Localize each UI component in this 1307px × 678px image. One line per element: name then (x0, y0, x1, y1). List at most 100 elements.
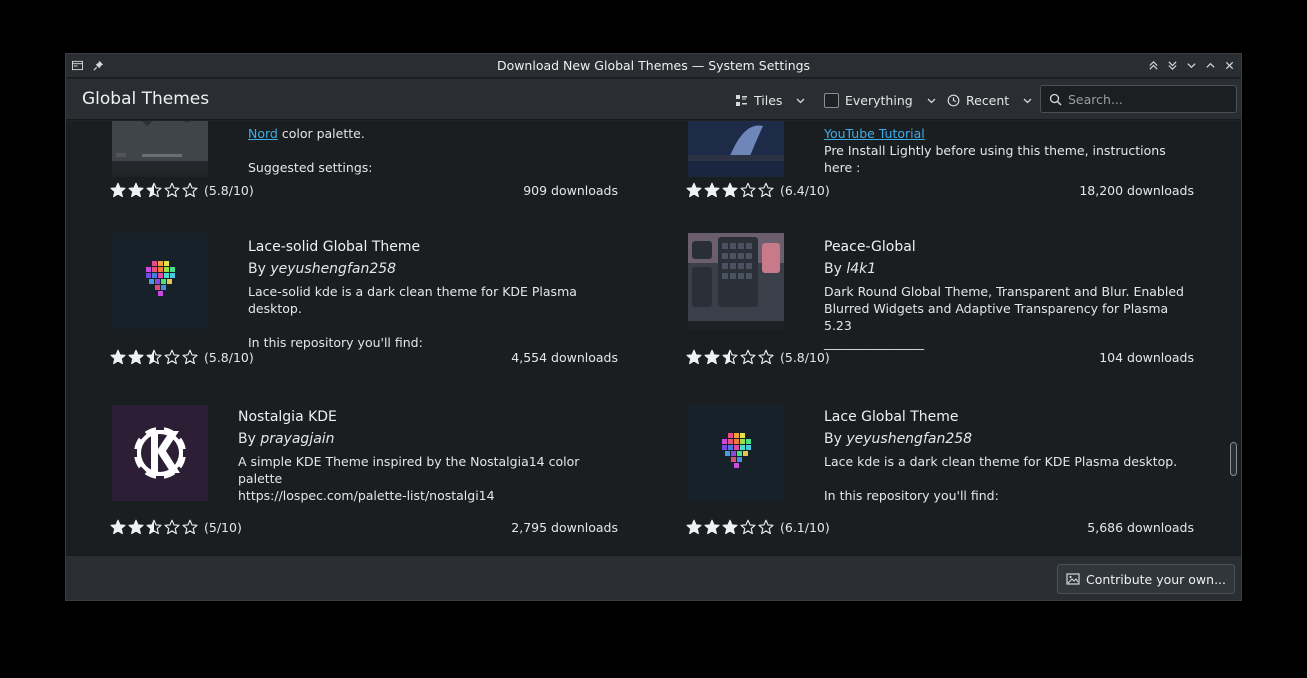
theme-title[interactable]: Lace Global Theme (824, 409, 1194, 431)
star-half-icon (146, 349, 162, 365)
star-full-icon (686, 519, 702, 535)
view-mode-label: Tiles (754, 92, 783, 108)
rating-value: (5.8/10) (204, 182, 254, 198)
star-half-icon (146, 519, 162, 535)
theme-description: Nord color palette. (248, 126, 365, 141)
theme-description: Lace kde is a dark clean theme for KDE P… (824, 454, 1178, 503)
theme-rating: (6.4/10) (686, 182, 830, 198)
everything-checkbox[interactable] (824, 92, 839, 108)
star-empty-icon (758, 349, 774, 365)
theme-thumbnail[interactable] (112, 405, 208, 501)
star-full-icon (704, 182, 720, 198)
author-name[interactable]: yeyushengfan258 (270, 261, 396, 277)
theme-author: By prayagjain (238, 431, 335, 447)
theme-title[interactable]: Peace-Global (824, 239, 1194, 261)
search-field[interactable] (1040, 85, 1237, 113)
theme-description: Dark Round Global Theme, Transparent and… (824, 284, 1184, 350)
rating-value: (6.4/10) (780, 182, 830, 198)
star-empty-icon (164, 519, 180, 535)
star-empty-icon (758, 182, 774, 198)
theme-card-peace-global[interactable]: Peace-Global By l4k1 Dark Round Global T… (684, 233, 1194, 403)
star-full-icon (722, 182, 738, 198)
star-full-icon (128, 519, 144, 535)
star-full-icon (110, 519, 126, 535)
kde-logo-icon (129, 422, 191, 484)
theme-description: A simple KDE Theme inspired by the Nosta… (238, 454, 580, 503)
close-icon[interactable] (1222, 57, 1237, 74)
theme-card-partial-right[interactable]: YouTube Tutorial Pre Install Lightly bef… (684, 121, 1194, 251)
theme-thumbnail[interactable] (112, 121, 208, 177)
contribute-label: Contribute your own... (1085, 571, 1226, 587)
theme-thumbnail[interactable] (112, 233, 208, 329)
theme-author: By l4k1 (824, 261, 877, 277)
image-upload-icon (1066, 573, 1080, 585)
author-name[interactable]: l4k1 (846, 261, 876, 277)
chevron-down-icon (1023, 98, 1032, 103)
footer: Contribute your own... (66, 555, 1241, 600)
contribute-button[interactable]: Contribute your own... (1056, 564, 1235, 594)
scrollbar-handle[interactable] (1230, 442, 1237, 476)
star-full-icon (686, 182, 702, 198)
rating-value: (5.8/10) (780, 349, 830, 365)
star-full-icon (110, 182, 126, 198)
theme-title[interactable]: Lace-solid Global Theme (248, 239, 618, 261)
author-name[interactable]: yeyushengfan258 (846, 431, 972, 447)
theme-downloads: 2,795 downloads (511, 520, 618, 535)
theme-thumbnail[interactable] (688, 121, 784, 177)
theme-rating: (6.1/10) (686, 519, 830, 535)
theme-card-nostalgia[interactable]: Nostalgia KDE By prayagjain A simple KDE… (108, 403, 618, 555)
description-link[interactable]: Nord (248, 126, 278, 141)
theme-thumbnail[interactable] (688, 233, 784, 329)
star-empty-icon (758, 519, 774, 535)
theme-downloads: 4,554 downloads (511, 350, 618, 365)
view-mode-dropdown[interactable]: Tiles (735, 89, 807, 111)
sort-dropdown[interactable]: Recent (947, 89, 1034, 111)
rating-value: (5/10) (204, 519, 242, 535)
star-empty-icon (182, 519, 198, 535)
chevron-down-icon (927, 98, 936, 103)
category-filter-dropdown[interactable]: Everything (824, 89, 938, 111)
star-full-icon (722, 519, 738, 535)
star-full-icon (704, 519, 720, 535)
minimize-icon[interactable] (1184, 57, 1199, 74)
keep-below-icon[interactable] (1165, 57, 1180, 74)
star-half-icon (146, 182, 162, 198)
theme-description: YouTube Tutorial (824, 125, 1194, 142)
theme-downloads: 18,200 downloads (1079, 183, 1194, 198)
theme-card-lace-solid[interactable]: Lace-solid Global Theme By yeyushengfan2… (108, 233, 618, 403)
star-empty-icon (740, 519, 756, 535)
theme-title[interactable]: Nostalgia KDE (238, 409, 618, 431)
theme-thumbnail[interactable] (688, 405, 784, 501)
filter-label: Everything (845, 92, 913, 108)
theme-author: By yeyushengfan258 (248, 261, 397, 277)
author-name[interactable]: prayagjain (260, 431, 334, 447)
keep-above-icon[interactable] (1146, 57, 1161, 74)
theme-card-lace-global[interactable]: Lace Global Theme By yeyushengfan258 Lac… (684, 403, 1194, 555)
theme-card-partial-left[interactable]: Nord color palette. Suggested settings: … (108, 121, 618, 251)
search-icon (1049, 93, 1062, 105)
tiles-icon (736, 94, 747, 106)
star-empty-icon (164, 182, 180, 198)
star-empty-icon (164, 349, 180, 365)
star-empty-icon (740, 182, 756, 198)
star-empty-icon (182, 349, 198, 365)
theme-rating: (5.8/10) (110, 182, 254, 198)
maximize-icon[interactable] (1203, 57, 1218, 74)
chevron-down-icon (796, 98, 805, 103)
search-input[interactable] (1068, 91, 1218, 107)
theme-description-extra: Suggested settings: (248, 160, 373, 175)
theme-rating: (5.8/10) (110, 349, 254, 365)
theme-description: Lace-solid kde is a dark clean theme for… (248, 284, 577, 350)
star-full-icon (128, 349, 144, 365)
title-bar: Download New Global Themes — System Sett… (66, 54, 1241, 78)
theme-downloads: 5,686 downloads (1087, 520, 1194, 535)
youtube-tutorial-link[interactable]: YouTube Tutorial (824, 126, 925, 141)
theme-description-extra: Pre Install Lightly before using this th… (824, 143, 1166, 175)
rating-value: (6.1/10) (780, 519, 830, 535)
clock-icon (947, 94, 960, 106)
sort-label: Recent (966, 92, 1010, 108)
theme-rating: (5.8/10) (686, 349, 830, 365)
star-empty-icon (182, 182, 198, 198)
rating-value: (5.8/10) (204, 349, 254, 365)
settings-window: Download New Global Themes — System Sett… (65, 53, 1242, 601)
